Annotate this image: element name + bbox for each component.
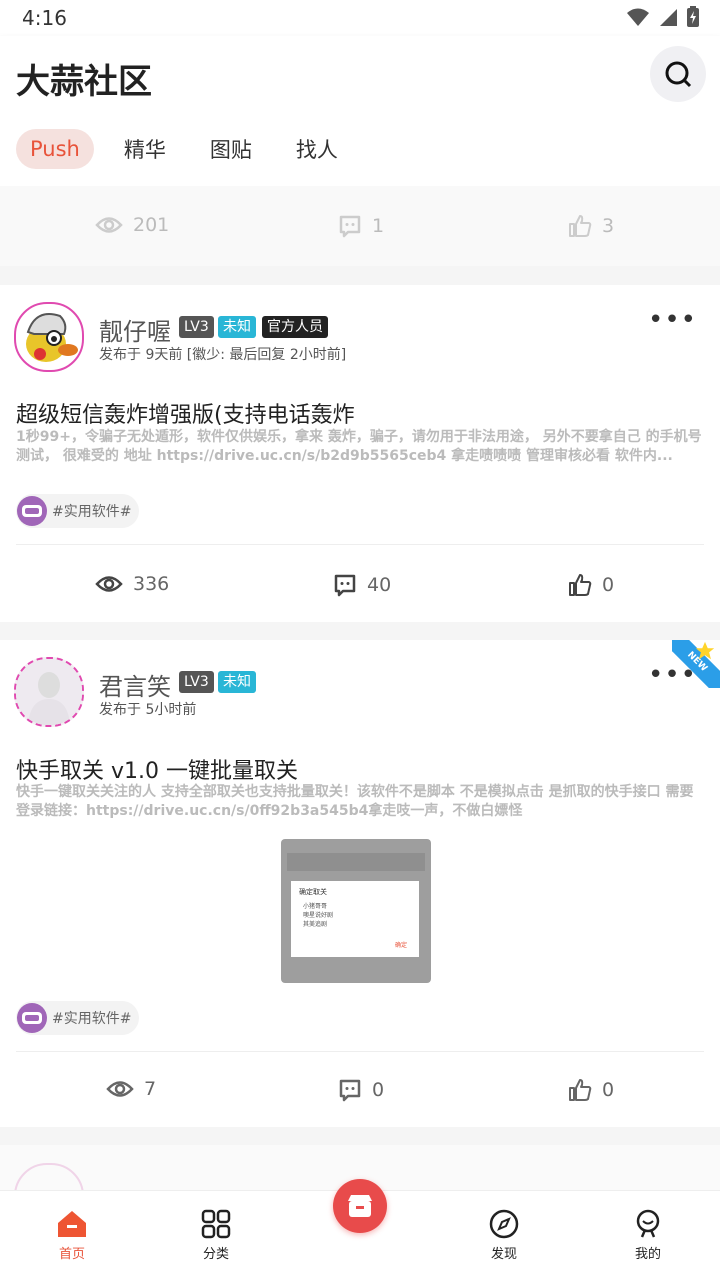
- like-count[interactable]: 0: [568, 1078, 614, 1102]
- store-icon: [348, 1195, 372, 1217]
- nav-profile[interactable]: 我的: [608, 1209, 688, 1262]
- view-count: 201: [95, 214, 169, 236]
- comment-icon: [334, 574, 356, 597]
- thumbs-up-icon: [569, 215, 592, 237]
- eye-icon: [106, 1081, 134, 1097]
- username[interactable]: 君言笑: [99, 667, 171, 702]
- tab-image-posts[interactable]: 图贴: [196, 126, 266, 172]
- tag-label: #实用软件#: [52, 504, 132, 520]
- post-meta: 发布于 5小时前: [99, 702, 197, 718]
- status-time: 4:16: [22, 6, 67, 30]
- official-badge: 官方人员: [262, 316, 328, 338]
- status-badge: 未知: [218, 316, 256, 338]
- duck-avatar-icon: [18, 306, 80, 368]
- post-image[interactable]: 确定取关 小猪哥哥 噢星说好剧 其美追剧 确定: [281, 839, 431, 983]
- comment-count[interactable]: 1: [338, 214, 384, 238]
- grid-icon: [201, 1209, 231, 1239]
- feed-tabs: Push 精华 图贴 找人: [16, 126, 352, 172]
- avatar[interactable]: [14, 302, 84, 372]
- nav-profile-label: 我的: [634, 1247, 661, 1262]
- dialog-confirm: 确定: [394, 942, 407, 949]
- app-title: 大蒜社区: [16, 62, 152, 102]
- post-card[interactable]: NEW 君言笑 LV3 未知 发布于 5小时前 ••• 快手取关 v1.0 一键…: [0, 640, 720, 1127]
- post-card-partial[interactable]: 201 1 3: [0, 186, 720, 266]
- topic-tag[interactable]: #实用软件#: [16, 494, 140, 528]
- image-list-row: [287, 853, 425, 871]
- eye-icon: [95, 576, 123, 592]
- like-count[interactable]: 0: [568, 573, 614, 597]
- comment-icon: [339, 1079, 361, 1102]
- avatar[interactable]: [14, 657, 84, 727]
- thumbs-up-icon: [569, 574, 592, 596]
- status-icons: [626, 6, 700, 28]
- eye-icon: [95, 217, 123, 233]
- post-body[interactable]: 1秒99+，令骗子无处遁形，软件仅供娱乐，拿来 轰炸，骗子，请勿用于非法用途， …: [16, 428, 706, 466]
- divider: [16, 544, 704, 545]
- username[interactable]: 靓仔喔: [99, 312, 171, 347]
- divider: [16, 1051, 704, 1052]
- more-options-button[interactable]: •••: [648, 305, 697, 335]
- signal-icon: [660, 9, 677, 26]
- dialog-line: 小猪哥哥: [303, 903, 328, 910]
- image-dialog: 确定取关 小猪哥哥 噢星说好剧 其美追剧 确定: [291, 881, 419, 957]
- nav-discover[interactable]: 发现: [464, 1209, 544, 1262]
- level-badge: LV3: [179, 671, 214, 693]
- like-count[interactable]: 3: [568, 214, 614, 238]
- search-icon: [665, 61, 692, 88]
- dialog-title: 确定取关: [299, 888, 327, 896]
- post-card[interactable]: 靓仔喔 LV3 未知 官方人员 发布于 9天前 [徽少: 最后回复 2小时前] …: [0, 285, 720, 622]
- tag-avatar-icon: [17, 496, 47, 526]
- tab-find-people[interactable]: 找人: [282, 126, 352, 172]
- app-header: 大蒜社区 Push 精华 图贴 找人: [0, 36, 720, 186]
- nav-category[interactable]: 分类: [176, 1209, 256, 1262]
- thumbs-up-icon: [569, 1079, 592, 1101]
- tab-featured[interactable]: 精华: [110, 126, 180, 172]
- tag-avatar-icon: [17, 1003, 47, 1033]
- nav-discover-label: 发现: [490, 1247, 517, 1262]
- tab-push[interactable]: Push: [16, 129, 94, 169]
- bottom-nav: 首页 分类 发现 我的: [0, 1179, 720, 1281]
- compass-icon: [489, 1209, 519, 1239]
- nav-category-label: 分类: [202, 1247, 229, 1262]
- home-icon: [58, 1211, 86, 1237]
- star-icon: [695, 641, 715, 660]
- status-badge: 未知: [218, 671, 256, 693]
- post-body[interactable]: 快手一键取关关注的人 支持全部取关也支持批量取关！该软件不是脚本 不是模拟点击 …: [16, 783, 706, 821]
- dialog-line: 其美追剧: [303, 921, 328, 928]
- topic-tag[interactable]: #实用软件#: [16, 1001, 140, 1035]
- post-title[interactable]: 快手取关 v1.0 一键批量取关: [16, 753, 298, 785]
- view-count: 336: [95, 573, 169, 595]
- battery-icon: [687, 6, 699, 27]
- comment-icon: [339, 215, 361, 238]
- view-count: 7: [106, 1078, 156, 1100]
- tag-label: #实用软件#: [52, 1011, 132, 1027]
- dialog-line: 噢星说好剧: [303, 912, 334, 919]
- comment-count[interactable]: 40: [333, 573, 391, 597]
- level-badge: LV3: [179, 316, 214, 338]
- post-title[interactable]: 超级短信轰炸增强版(支持电话轰炸: [16, 397, 355, 429]
- search-button[interactable]: [650, 46, 706, 102]
- status-bar: 4:16: [0, 0, 720, 36]
- profile-icon: [636, 1209, 660, 1238]
- nav-home[interactable]: 首页: [32, 1209, 112, 1262]
- wifi-icon: [627, 8, 649, 26]
- user-photo-icon: [16, 659, 82, 725]
- comment-count[interactable]: 0: [338, 1078, 384, 1102]
- post-meta: 发布于 9天前 [徽少: 最后回复 2小时前]: [99, 347, 347, 363]
- more-options-button[interactable]: •••: [648, 660, 697, 690]
- create-post-button[interactable]: [333, 1179, 387, 1233]
- nav-home-label: 首页: [58, 1247, 85, 1262]
